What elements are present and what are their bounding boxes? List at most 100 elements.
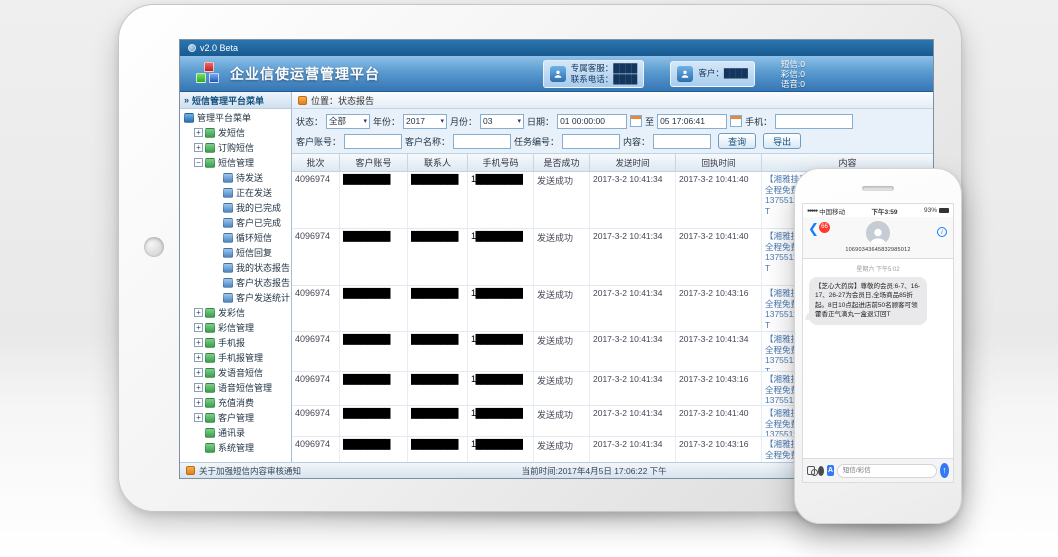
column-header[interactable]: 手机号码 — [468, 154, 534, 171]
customer-icon — [677, 66, 693, 82]
tree-spacer — [212, 278, 221, 287]
tree-item[interactable]: +手机报管理 — [180, 350, 291, 365]
send-button[interactable]: ↑ — [940, 463, 949, 478]
calendar-icon[interactable] — [730, 115, 742, 127]
counter: 彩信:0 — [781, 69, 805, 79]
table-cell: ████████ — [340, 372, 408, 405]
tree-item[interactable]: +发语音短信 — [180, 365, 291, 380]
tree-item-label: 客户已完成 — [236, 216, 281, 229]
column-header[interactable]: 客户账号 — [340, 154, 408, 171]
expand-icon[interactable]: + — [194, 143, 203, 152]
mail-icon — [205, 338, 215, 348]
tree-item-label: 客户发送统计 — [236, 291, 290, 304]
column-header[interactable]: 联系人 — [408, 154, 468, 171]
column-header[interactable]: 是否成功 — [534, 154, 590, 171]
table-cell: 4096974 — [292, 437, 340, 462]
tree-item[interactable]: 待发送 — [180, 170, 291, 185]
account-input[interactable] — [344, 134, 402, 149]
customer-name-input[interactable] — [453, 134, 511, 149]
expand-icon[interactable]: + — [194, 413, 203, 422]
table-cell: ████████ — [408, 332, 468, 371]
contact-avatar[interactable] — [866, 221, 890, 245]
table-cell: 4096974 — [292, 229, 340, 285]
tree-item[interactable]: 客户状态报告 — [180, 275, 291, 290]
back-chevron-icon[interactable]: ❮ — [808, 223, 819, 235]
column-header[interactable]: 批次 — [292, 154, 340, 171]
calendar-icon[interactable] — [630, 115, 642, 127]
column-header[interactable]: 回执时间 — [676, 154, 762, 171]
message-input[interactable] — [837, 464, 937, 478]
conversation-area: 星期六 下午5:02 【芝心大药房】尊敬的会员:6-7、16-17、26-27为… — [803, 259, 953, 458]
tree-item[interactable]: +客户管理 — [180, 410, 291, 425]
tree-item-label: 语音短信管理 — [218, 381, 272, 394]
expand-icon[interactable]: + — [194, 353, 203, 362]
tree-spacer — [194, 443, 203, 452]
expand-icon[interactable]: + — [194, 128, 203, 137]
table-cell: ████████ — [340, 286, 408, 331]
mail-icon — [205, 158, 215, 168]
table-cell: 4096974 — [292, 172, 340, 228]
export-button[interactable]: 导出 — [763, 133, 801, 149]
month-select[interactable]: 03▾ — [480, 114, 524, 129]
expand-icon[interactable]: + — [194, 383, 203, 392]
info-icon[interactable]: i — [937, 227, 947, 237]
table-cell: 2017-3-2 10:43:16 — [676, 372, 762, 405]
tree-item[interactable]: 我的已完成 — [180, 200, 291, 215]
tree-spacer — [212, 248, 221, 257]
collapse-icon[interactable]: − — [194, 158, 203, 167]
tree-item[interactable]: 客户发送统计 — [180, 290, 291, 305]
message-timestamp: 星期六 下午5:02 — [809, 264, 947, 273]
phone-label: 手机： — [745, 115, 772, 128]
tree-spacer — [212, 218, 221, 227]
content-input[interactable] — [653, 134, 711, 149]
expand-icon[interactable]: + — [194, 368, 203, 377]
top-strip: v2.0 Beta — [180, 40, 933, 56]
content-label: 内容： — [623, 135, 650, 148]
date-from-input[interactable] — [557, 114, 627, 129]
logo-cube-red — [204, 62, 214, 72]
table-cell: ████████ — [340, 406, 408, 436]
tree-item[interactable]: 循环短信 — [180, 230, 291, 245]
tree-item[interactable]: 系统管理 — [180, 440, 291, 455]
tree-item[interactable]: 正在发送 — [180, 185, 291, 200]
expand-icon[interactable]: + — [194, 323, 203, 332]
year-select[interactable]: 2017▾ — [403, 114, 447, 129]
column-header[interactable]: 发送时间 — [590, 154, 676, 171]
emoji-icon[interactable] — [818, 466, 824, 476]
tree-item[interactable]: 我的状态报告 — [180, 260, 291, 275]
camera-icon[interactable] — [807, 466, 815, 475]
mail-icon — [205, 128, 215, 138]
task-number-input[interactable] — [562, 134, 620, 149]
collapse-sidebar-icon[interactable]: » — [184, 95, 189, 105]
tree-item[interactable]: +发短信 — [180, 125, 291, 140]
input-method-icon[interactable]: A — [827, 465, 834, 476]
notice-link[interactable]: 关于加强短信内容审核通知 — [199, 465, 301, 477]
table-cell: 2017-3-2 10:41:34 — [590, 406, 676, 436]
table-cell: ████████ — [340, 332, 408, 371]
tree-item[interactable]: 短信回复 — [180, 245, 291, 260]
expand-icon[interactable]: + — [194, 338, 203, 347]
tree-item[interactable]: +订购短信 — [180, 140, 291, 155]
expand-icon[interactable]: + — [194, 398, 203, 407]
tree-item[interactable]: +彩信管理 — [180, 320, 291, 335]
tree-item-label: 短信管理 — [218, 156, 254, 169]
tree-item[interactable]: +充值消费 — [180, 395, 291, 410]
status-select[interactable]: 全部▾ — [326, 114, 370, 129]
date-to-input[interactable] — [657, 114, 727, 129]
phone-input[interactable] — [775, 114, 853, 129]
tree-item[interactable]: − 短信管理 — [180, 155, 291, 170]
tree-item[interactable]: 客户已完成 — [180, 215, 291, 230]
tree-item-label: 循环短信 — [236, 231, 272, 244]
sidebar-tree: 管理平台菜单+发短信+订购短信 − 短信管理待发送正在发送我的已完成客户已完成循环短… — [180, 109, 291, 462]
tree-item-label: 通讯录 — [218, 426, 245, 439]
tree-item[interactable]: 管理平台菜单 — [180, 110, 291, 125]
expand-icon[interactable]: + — [194, 308, 203, 317]
tree-item[interactable]: 通讯录 — [180, 425, 291, 440]
query-button[interactable]: 查询 — [718, 133, 756, 149]
tree-item[interactable]: +手机报 — [180, 335, 291, 350]
tree-item[interactable]: + 语音短信管理 — [180, 380, 291, 395]
name-label: 客户名称： — [405, 135, 450, 148]
chevron-down-icon: ▾ — [441, 117, 445, 125]
tree-item[interactable]: +发彩信 — [180, 305, 291, 320]
table-cell: 4096974 — [292, 406, 340, 436]
